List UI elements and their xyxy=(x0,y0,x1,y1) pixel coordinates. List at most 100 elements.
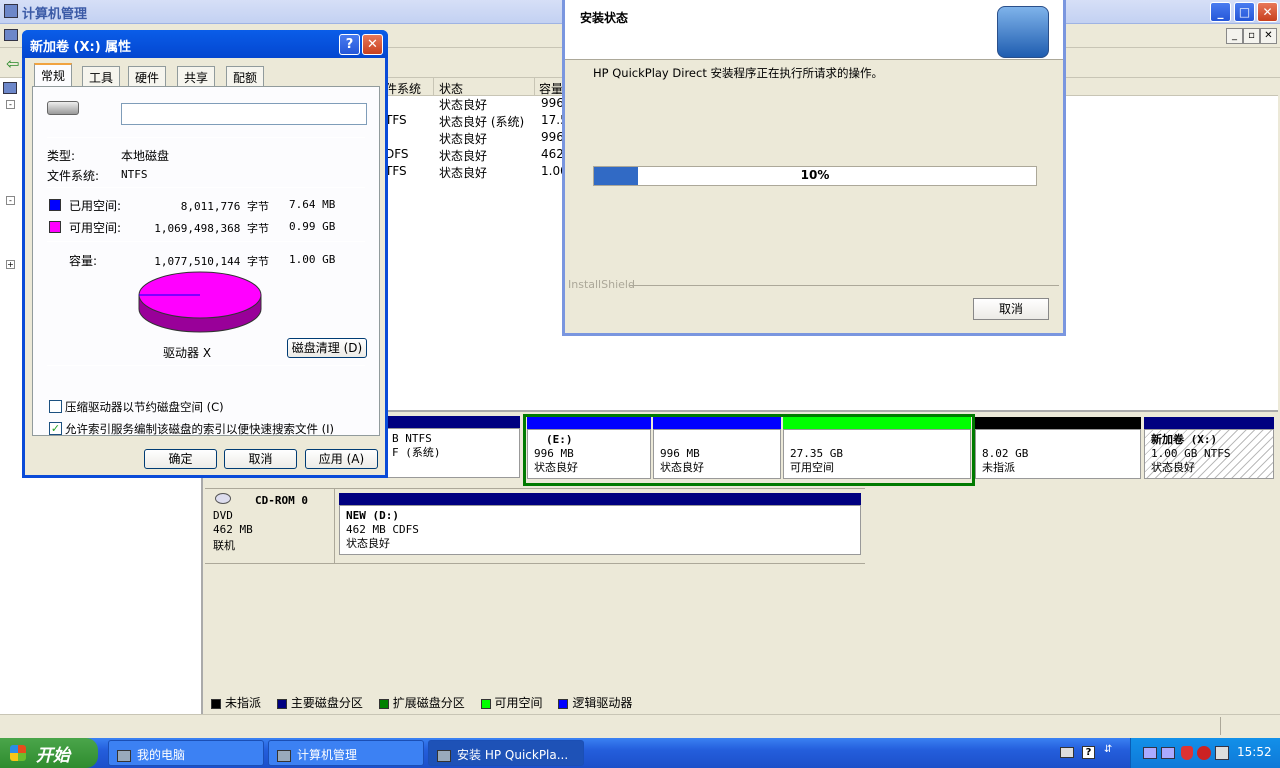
task-label: 计算机管理 xyxy=(297,748,358,762)
network-disconnected-icon[interactable] xyxy=(1161,747,1175,759)
child-close-icon[interactable]: ✕ xyxy=(1260,28,1277,44)
apply-button[interactable]: 应用 (A) xyxy=(305,449,378,469)
used-bytes: 8,011,776 字节 xyxy=(180,200,269,213)
help-icon[interactable]: ? xyxy=(339,34,360,55)
col-status[interactable]: 状态 xyxy=(439,80,463,97)
cell-status: 状态良好 xyxy=(439,166,488,180)
tab-sharing[interactable]: 共享 xyxy=(177,66,216,86)
cdrom-info[interactable]: CD-ROM 0 DVD 462 MB 联机 xyxy=(205,489,335,563)
partition-line: 996 MB xyxy=(660,447,700,460)
computer-icon xyxy=(4,4,18,18)
cdrom-name: CD-ROM 0 xyxy=(255,494,308,507)
cell-status: 状态良好 xyxy=(439,132,488,146)
install-cancel-button[interactable]: 取消 xyxy=(973,298,1049,320)
install-header: 安装状态 xyxy=(565,0,1063,60)
child-restore-icon[interactable]: ▫ xyxy=(1243,28,1260,44)
type-label: 类型: xyxy=(47,149,76,163)
cell-fs: TFS xyxy=(385,113,407,127)
col-filesystem[interactable]: 件系统 xyxy=(385,80,421,97)
index-label[interactable]: 允许索引服务编制该磁盘的索引以便快速搜索文件 (I) xyxy=(65,421,334,437)
tree-expand-icon[interactable]: + xyxy=(6,260,15,269)
security-shield-icon[interactable] xyxy=(1181,746,1193,760)
cell-fs: DFS xyxy=(385,147,409,161)
cdrom-icon xyxy=(215,493,231,504)
cancel-button[interactable]: 取消 xyxy=(224,449,297,469)
cdrom-volume[interactable]: NEW (D:) 462 MB CDFS 状态良好 xyxy=(339,493,861,555)
partition-logical[interactable]: 996 MB 状态良好 xyxy=(653,417,781,479)
partition-line: 状态良好 xyxy=(660,461,704,474)
type-value: 本地磁盘 xyxy=(121,149,170,163)
disk-cleanup-button[interactable]: 磁盘清理 (D) xyxy=(287,338,367,358)
partition-line: B NTFS xyxy=(392,432,432,445)
partition-line: 可用空间 xyxy=(790,461,834,474)
clock[interactable]: 15:52 xyxy=(1237,745,1272,759)
compress-label[interactable]: 压缩驱动器以节约磁盘空间 (C) xyxy=(65,399,224,415)
keyboard-icon[interactable] xyxy=(1060,747,1074,758)
child-minimize-icon[interactable]: _ xyxy=(1226,28,1243,44)
installshield-brand: InstallShield xyxy=(568,278,635,291)
minimize-icon[interactable]: _ xyxy=(1210,2,1231,22)
volume-name-input[interactable] xyxy=(121,103,367,125)
partition-x[interactable]: 新加卷 (X:) 1.00 GB NTFS 状态良好 xyxy=(1144,417,1274,479)
tree-collapse-icon[interactable]: - xyxy=(6,100,15,109)
task-my-computer[interactable]: 我的电脑 xyxy=(108,740,264,766)
legend: 未指派 主要磁盘分区 扩展磁盘分区 可用空间 逻辑驱动器 xyxy=(205,692,1278,712)
dialog-titlebar[interactable]: 新加卷 (X:) 属性 ? ✕ xyxy=(22,30,388,58)
partition-unallocated[interactable]: 8.02 GB 未指派 xyxy=(975,417,1141,479)
free-swatch xyxy=(49,221,61,233)
installer-icon xyxy=(997,6,1049,58)
task-installer[interactable]: 安装 HP QuickPla... xyxy=(428,740,584,766)
back-arrow-icon[interactable]: ⇦ xyxy=(6,54,19,73)
network-icon[interactable] xyxy=(1143,747,1157,759)
help-tray-icon[interactable]: ? xyxy=(1082,746,1095,759)
tray-expand-icon[interactable]: ⇵ xyxy=(1104,744,1112,755)
usage-pie-chart xyxy=(138,271,262,333)
windows-logo-icon xyxy=(10,745,26,761)
display-icon[interactable] xyxy=(1215,746,1229,760)
cdrom-state: 联机 xyxy=(213,539,235,552)
tab-hardware[interactable]: 硬件 xyxy=(128,66,167,86)
filesystem-label: 文件系统: xyxy=(47,169,100,183)
volume-title: NEW (D:) xyxy=(346,509,399,522)
close-icon[interactable]: ✕ xyxy=(1257,2,1278,22)
free-bytes: 1,069,498,368 字节 xyxy=(154,222,269,235)
maximize-icon[interactable]: □ xyxy=(1234,2,1255,22)
cell-capacity: 462 xyxy=(541,147,564,161)
capacity-size: 1.00 GB xyxy=(289,253,336,266)
installer-task-icon xyxy=(437,749,451,762)
dialog-title: 新加卷 (X:) 属性 xyxy=(30,40,132,55)
cdrom-size: 462 MB xyxy=(213,523,253,536)
partition-line: 状态良好 xyxy=(534,461,578,474)
partition-line: 状态良好 xyxy=(1151,461,1195,474)
statusbar xyxy=(0,714,1280,738)
tab-general[interactable]: 常规 xyxy=(34,63,73,87)
ok-button[interactable]: 确定 xyxy=(144,449,217,469)
start-button[interactable]: 开始 xyxy=(0,738,98,768)
partition-line: 8.02 GB xyxy=(982,447,1029,460)
progress-text: 10% xyxy=(800,168,830,182)
tab-quota[interactable]: 配额 xyxy=(226,66,265,86)
tab-tools[interactable]: 工具 xyxy=(82,66,121,86)
install-progress-bar: 10% xyxy=(593,166,1037,186)
tree-collapse-icon[interactable]: - xyxy=(6,196,15,205)
taskbar: 开始 我的电脑 计算机管理 安装 HP QuickPla... ? ⇵ 15:5… xyxy=(0,738,1280,768)
col-capacity[interactable]: 容量 xyxy=(539,80,563,97)
window-title: 计算机管理 xyxy=(22,7,88,22)
capacity-label: 容量: xyxy=(69,254,98,268)
compress-checkbox[interactable] xyxy=(49,400,62,413)
start-label: 开始 xyxy=(36,746,70,766)
partition-e[interactable]: (E:) 996 MB 状态良好 xyxy=(527,417,651,479)
partition-system[interactable]: B NTFS F (系统) xyxy=(385,416,520,478)
cell-status: 状态良好 (系统) xyxy=(439,115,525,129)
task-computer-management[interactable]: 计算机管理 xyxy=(268,740,424,766)
antivirus-icon[interactable] xyxy=(1197,746,1211,760)
app-icon xyxy=(4,29,18,41)
install-title: 安装状态 xyxy=(580,11,629,25)
my-computer-icon xyxy=(117,749,131,762)
index-checkbox[interactable]: ✓ xyxy=(49,422,62,435)
cell-status: 状态良好 xyxy=(439,98,488,112)
close-icon[interactable]: ✕ xyxy=(362,34,383,55)
free-size: 0.99 GB xyxy=(289,220,336,233)
partition-free[interactable]: 27.35 GB 可用空间 xyxy=(783,417,971,479)
cell-capacity: 996 xyxy=(541,96,564,110)
